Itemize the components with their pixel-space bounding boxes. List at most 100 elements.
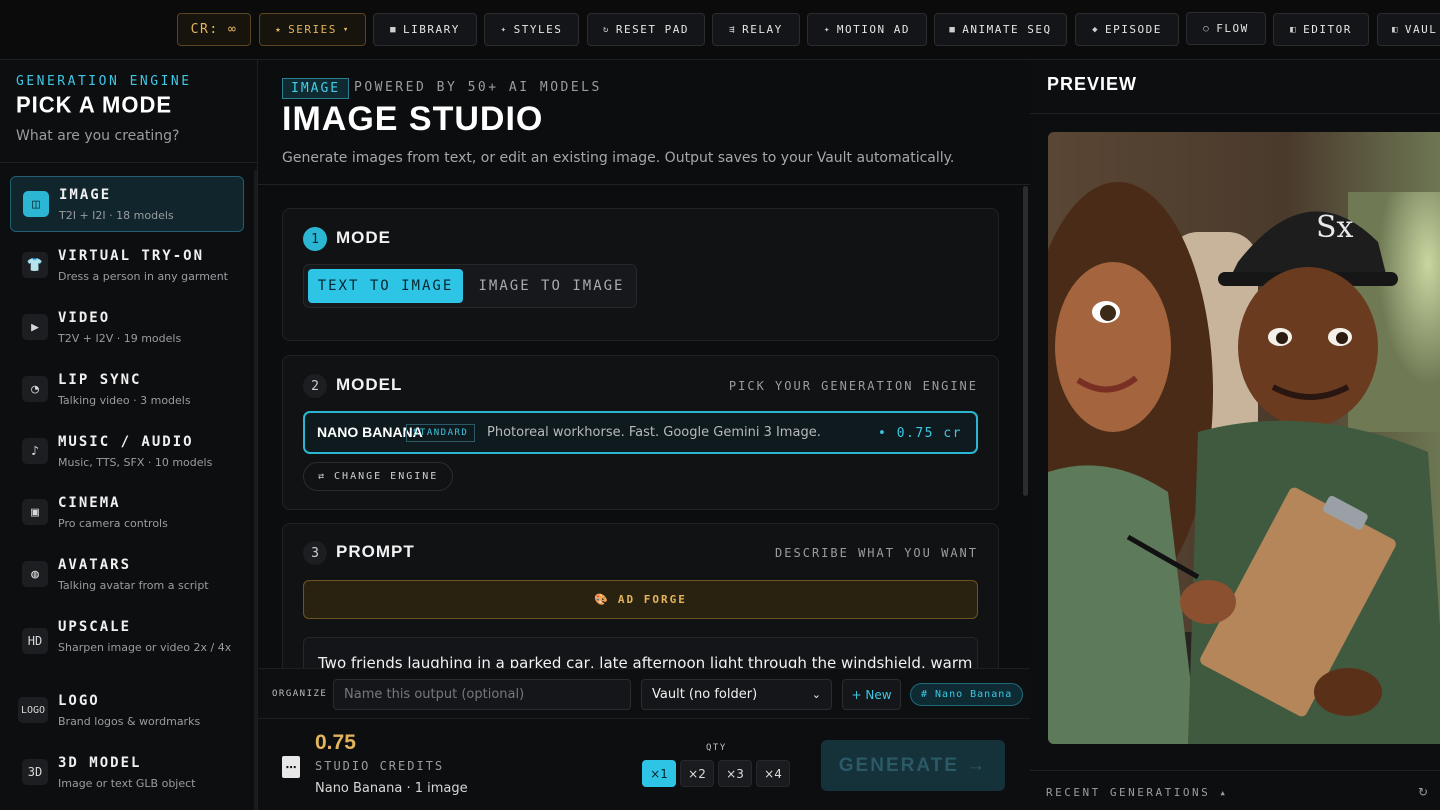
mode-label: UPSCALE <box>58 619 132 635</box>
sidebar-divider <box>0 162 258 163</box>
folder-select[interactable]: Vault (no folder) ⌄ <box>641 679 832 710</box>
header-divider <box>258 184 1030 185</box>
page-title: IMAGE STUDIO <box>282 100 544 138</box>
step-title: MODE <box>336 228 391 247</box>
change-engine-button[interactable]: ⇄ CHANGE ENGINE <box>303 462 454 491</box>
motion-ad-button[interactable]: ✦ MOTION AD <box>807 13 927 46</box>
step-title: MODEL <box>336 375 403 394</box>
relay-label: RELAY <box>742 23 783 36</box>
text-to-image-option[interactable]: TEXT TO IMAGE <box>308 269 463 303</box>
preview-illustration: Sx <box>1048 132 1440 744</box>
cube-icon: 3D <box>22 759 48 785</box>
flow-button[interactable]: ○ FLOW <box>1186 12 1266 45</box>
camera-icon: ▣ <box>22 499 48 525</box>
model-tier-badge: STANDARD <box>406 424 476 442</box>
ad-forge-button[interactable]: 🎨 AD FORGE <box>303 580 978 619</box>
output-name-input[interactable] <box>333 679 631 710</box>
mode-item-logo[interactable]: LOGO LOGO Brand logos & wordmarks <box>10 683 244 739</box>
organize-label: ORGANIZE <box>272 689 328 699</box>
new-folder-button[interactable]: + New <box>842 679 901 710</box>
reset-pad-label: RESET PAD <box>615 23 690 36</box>
powered-by-label: POWERED BY 50+ AI MODELS <box>354 80 602 95</box>
mode-item-3d-model[interactable]: 3D 3D MODEL Image or text GLB object <box>10 745 244 801</box>
play-icon: ▶ <box>22 314 48 340</box>
shirt-icon: 👕 <box>22 252 48 278</box>
cap-logo-icon: Sx <box>1316 210 1354 245</box>
mode-item-virtual-try-on[interactable]: 👕 VIRTUAL TRY-ON Dress a person in any g… <box>10 238 244 294</box>
credits-indicator[interactable]: CR: ∞ <box>177 13 251 46</box>
mode-item-avatars[interactable]: ◍ AVATARS Talking avatar from a script <box>10 547 244 603</box>
qty-3-button[interactable]: ×3 <box>718 760 752 787</box>
library-label: LIBRARY <box>403 23 460 36</box>
step-number: 1 <box>303 227 327 251</box>
recent-generations-bar[interactable]: RECENT GENERATIONS ▴ ↻ <box>1030 770 1440 810</box>
sidebar-subtitle: What are you creating? <box>16 128 180 144</box>
image-to-image-option[interactable]: IMAGE TO IMAGE <box>469 269 634 303</box>
mode-label: MUSIC / AUDIO <box>58 434 194 450</box>
main-scrollbar[interactable] <box>1023 186 1028 496</box>
qty-2-button[interactable]: ×2 <box>680 760 714 787</box>
document-icon: ⋯ <box>282 756 300 778</box>
mode-toggle: TEXT TO IMAGE IMAGE TO IMAGE <box>303 264 637 308</box>
mode-item-cinema[interactable]: ▣ CINEMA Pro camera controls <box>10 485 244 541</box>
qty-4-button[interactable]: ×4 <box>756 760 790 787</box>
relay-icon: ⇶ <box>729 24 737 35</box>
animate-seq-label: ANIMATE SEQ <box>962 23 1052 36</box>
model-card: 2 MODEL PICK YOUR GENERATION ENGINE NANO… <box>282 355 999 510</box>
styles-button[interactable]: ✦ STYLES <box>484 13 579 46</box>
qty-label: QTY <box>706 743 727 753</box>
refresh-icon[interactable]: ↻ <box>1418 785 1428 799</box>
mode-desc: Sharpen image or video 2x / 4x <box>58 641 232 654</box>
library-button[interactable]: ■ LIBRARY <box>373 13 477 46</box>
animate-seq-button[interactable]: ■ ANIMATE SEQ <box>934 13 1067 46</box>
generate-footer: ⋯ 0.75 STUDIO CREDITS Nano Banana · 1 im… <box>258 718 1030 810</box>
mode-sidebar: GENERATION ENGINE PICK A MODE What are y… <box>0 60 258 810</box>
series-button[interactable]: ★ SERIES ▾ <box>259 13 366 46</box>
ad-forge-label: AD FORGE <box>617 593 687 606</box>
palette-icon: 🎨 <box>594 593 610 606</box>
star-icon: ★ <box>275 24 283 35</box>
hd-icon: HD <box>22 628 48 654</box>
preview-image[interactable]: Sx <box>1048 132 1440 744</box>
mode-label: VIDEO <box>58 310 111 326</box>
editor-icon: ◧ <box>1290 24 1298 35</box>
styles-label: STYLES <box>513 23 563 36</box>
refresh-icon: ↻ <box>602 24 610 35</box>
mode-desc: Brand logos & wordmarks <box>58 715 201 728</box>
episode-button[interactable]: ◆ EPISODE <box>1075 13 1179 46</box>
relay-button[interactable]: ⇶ RELAY <box>712 13 800 46</box>
folder-select-value: Vault (no folder) <box>652 687 758 702</box>
generation-summary: Nano Banana · 1 image <box>315 781 468 796</box>
mode-desc: Talking avatar from a script <box>58 579 209 592</box>
step-hint: DESCRIBE WHAT YOU WANT <box>775 546 978 560</box>
mode-item-lip-sync[interactable]: ◔ LIP SYNC Talking video · 3 models <box>10 362 244 418</box>
credit-label: STUDIO CREDITS <box>315 759 445 773</box>
mode-item-upscale[interactable]: HD UPSCALE Sharpen image or video 2x / 4… <box>10 609 244 673</box>
preview-divider <box>1030 113 1440 114</box>
selected-model[interactable]: NANO BANANA STANDARD Photoreal workhorse… <box>303 411 978 454</box>
editor-button[interactable]: ◧ EDITOR <box>1273 13 1369 46</box>
preview-panel: PREVIEW Sx RECENT GENERATIONS ▴ ↻ <box>1030 60 1440 810</box>
vault-button[interactable]: ◧ VAUL <box>1377 13 1440 46</box>
sidebar-title: PICK A MODE <box>16 91 173 118</box>
mode-item-image[interactable]: ◫ IMAGE T2I + I2I · 18 models <box>10 176 244 232</box>
chevron-down-icon: ⌄ <box>811 688 821 701</box>
model-tag[interactable]: # Nano Banana <box>910 683 1024 706</box>
prompt-card: 3 PROMPT DESCRIBE WHAT YOU WANT 🎨 AD FOR… <box>282 523 999 683</box>
mode-item-video[interactable]: ▶ VIDEO T2V + I2V · 19 models <box>10 300 244 356</box>
mode-label: AVATARS <box>58 557 132 573</box>
vault-label: VAUL <box>1404 23 1438 36</box>
mode-item-music-audio[interactable]: ♪ MUSIC / AUDIO Music, TTS, SFX · 10 mod… <box>10 424 244 480</box>
generate-button[interactable]: GENERATE → <box>821 740 1005 791</box>
mode-label: LIP SYNC <box>58 372 142 388</box>
flow-label: FLOW <box>1216 22 1249 35</box>
sidebar-scrollbar[interactable] <box>254 170 257 810</box>
reset-pad-button[interactable]: ↻ RESET PAD <box>587 13 705 46</box>
avatar-icon: ◍ <box>22 561 48 587</box>
square-icon: ■ <box>390 24 398 35</box>
qty-1-button[interactable]: ×1 <box>642 760 676 787</box>
mode-desc: T2I + I2I · 18 models <box>59 209 174 222</box>
episode-label: EPISODE <box>1105 23 1162 36</box>
page-subtitle: Generate images from text, or edit an ex… <box>282 150 955 166</box>
credits-text: CR: ∞ <box>190 22 238 37</box>
